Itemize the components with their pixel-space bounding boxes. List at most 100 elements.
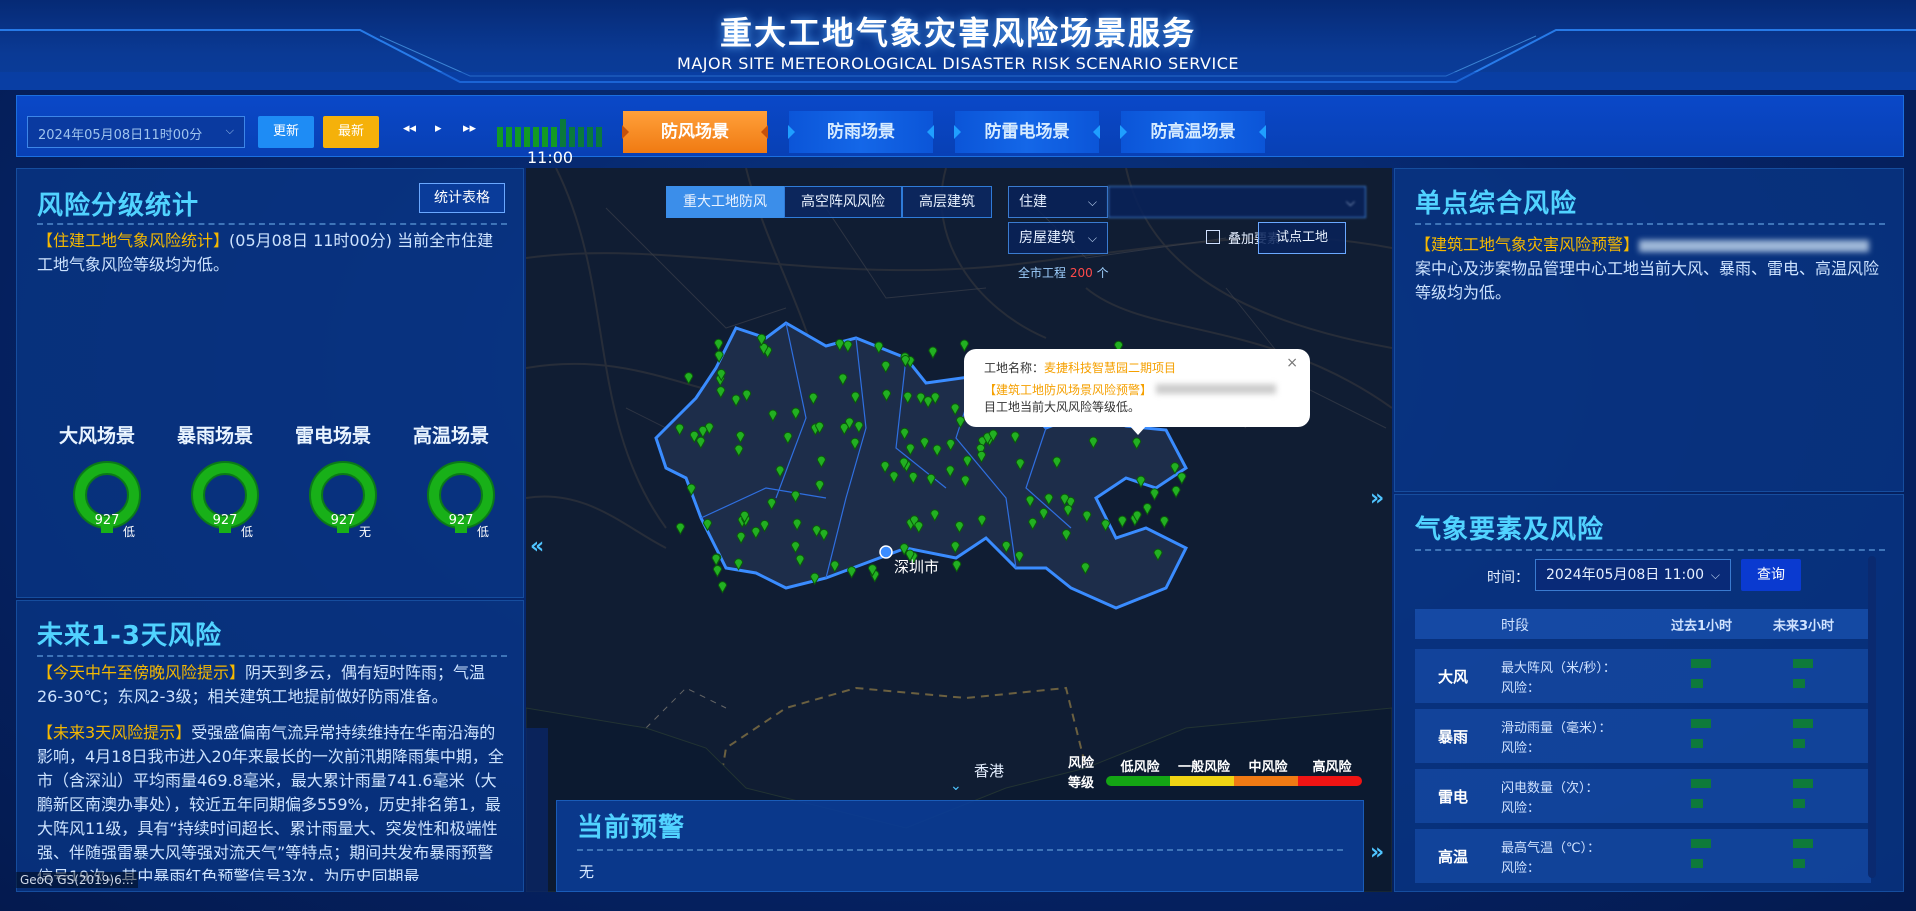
- legend-color-swatch: [1170, 776, 1234, 786]
- time-step[interactable]: [506, 127, 512, 147]
- legend-title-1: 风险: [1067, 756, 1094, 771]
- scene-tab-2[interactable]: 防雷电场景: [954, 111, 1100, 153]
- risk-stats-panel: 风险分级统计 统计表格 【住建工地气象风险统计】(05月08日 11时00分) …: [16, 168, 524, 598]
- pilot-site-button[interactable]: 试点工地: [1258, 222, 1346, 254]
- scene-tab-1[interactable]: 防雨场景: [788, 111, 934, 153]
- prev-step-icon[interactable]: ◂◂: [403, 121, 416, 136]
- weather-time-select[interactable]: 2024年05月08日 11:00 ⌵: [1535, 559, 1731, 591]
- future-value-cell: [1793, 719, 1813, 728]
- divider: [1415, 223, 1885, 225]
- time-step[interactable]: [596, 127, 602, 147]
- current-warning-panel: 当前预警 无: [556, 800, 1364, 892]
- refresh-button[interactable]: 更新: [258, 116, 314, 148]
- count-prefix: 全市工程: [1018, 266, 1067, 280]
- past-value-cell: [1691, 659, 1711, 668]
- row-name: 暴雨: [1437, 728, 1468, 746]
- risk-stats-notice: 【住建工地气象风险统计】(05月08日 11时00分) 当前全市住建工地气象风险…: [37, 229, 507, 277]
- overlay-elements-checkbox[interactable]: [1206, 230, 1220, 244]
- weather-row: 暴雨 滑动雨量（毫米）： 风险：: [1415, 709, 1871, 763]
- time-step[interactable]: [551, 127, 557, 147]
- time-step[interactable]: [515, 127, 521, 147]
- three-day-risk-tip: 【未来3天风险提示】受强盛偏南气流异常持续维持在华南沿海的影响，4月18日我市进…: [37, 721, 507, 881]
- future-risk-cell: [1793, 679, 1805, 688]
- latest-button[interactable]: 最新: [323, 116, 379, 148]
- time-step[interactable]: [524, 127, 530, 147]
- chevron-down-icon: ⌵: [1710, 568, 1720, 582]
- notice-tag: 【住建工地气象风险统计】: [37, 231, 230, 250]
- future-risk-cell: [1793, 859, 1805, 868]
- building-type-value: 房屋建筑: [1019, 230, 1075, 246]
- time-step[interactable]: [542, 127, 548, 147]
- play-icon[interactable]: ▸: [435, 121, 442, 136]
- gauge-level: 低: [123, 525, 136, 539]
- legend-level-label: 中风险: [1248, 760, 1288, 775]
- divider: [37, 223, 507, 225]
- popup-warning-tag: 【建筑工地防风场景风险预警】: [984, 383, 1153, 397]
- query-button[interactable]: 查询: [1741, 559, 1801, 591]
- row-name: 大风: [1437, 668, 1468, 686]
- building-type-select[interactable]: 房屋建筑 ⌵: [1008, 222, 1108, 254]
- time-step[interactable]: [560, 119, 566, 147]
- past-risk-cell: [1691, 739, 1703, 748]
- tab-high-rise-building[interactable]: 高层建筑: [902, 186, 992, 218]
- chevron-down-icon: ⌵: [1087, 231, 1097, 245]
- project-select[interactable]: ⌵: [1108, 186, 1366, 218]
- single-risk-body: 案中心及涉案物品管理中心工地当前大风、暴雨、雷电、高温风险等级均为低。: [1415, 259, 1880, 302]
- gauge-level: 低: [477, 525, 490, 539]
- time-step[interactable]: [497, 127, 503, 147]
- future-risk-panel: 未来1-3天风险 【今天中午至傍晚风险提示】阴天到多云，偶有短时阵雨；气温26-…: [16, 600, 524, 892]
- tab-construction-wind[interactable]: 重大工地防风: [666, 186, 784, 218]
- single-risk-title: 单点综合风险: [1415, 189, 1578, 219]
- legend-color-swatch: [1106, 776, 1170, 786]
- time-progress-bars[interactable]: [497, 119, 607, 147]
- collapse-left-icon[interactable]: «: [530, 534, 544, 559]
- category-select[interactable]: 住建 ⌵: [1008, 186, 1108, 218]
- weather-row: 雷电 闪电数量（次）： 风险：: [1415, 769, 1871, 823]
- gauge-count: 927: [330, 513, 356, 528]
- tab-high-altitude-gust[interactable]: 高空阵风风险: [784, 186, 902, 218]
- side-handle[interactable]: [526, 728, 548, 892]
- table-header: 时段 过去1小时 未来3小时: [1415, 609, 1871, 639]
- legend-level-label: 一般风险: [1177, 760, 1230, 775]
- weather-time-value: 2024年05月08日 11:00: [1546, 567, 1705, 583]
- city-label: 深圳市: [894, 558, 940, 576]
- legend-level-label: 低风险: [1120, 760, 1160, 775]
- row-name: 雷电: [1437, 788, 1468, 806]
- close-icon[interactable]: ×: [1286, 355, 1298, 371]
- today-tip-tag: 【今天中午至傍晚风险提示】: [37, 663, 246, 682]
- datetime-select[interactable]: 2024年05月08日11时00分 ⌵: [27, 116, 245, 148]
- future-value-cell: [1793, 839, 1813, 848]
- legend-title: 风险 等级: [1066, 754, 1096, 794]
- expand-right-icon[interactable]: »: [1370, 840, 1384, 865]
- stats-table-button[interactable]: 统计表格: [419, 183, 505, 213]
- table-scrollbar[interactable]: [1868, 556, 1876, 878]
- next-step-icon[interactable]: ▸▸: [463, 121, 476, 136]
- future-risk-cell: [1793, 739, 1805, 748]
- datetime-value: 2024年05月08日11时00分: [38, 128, 203, 143]
- weather-risk-panel: 气象要素及风险 时间： 2024年05月08日 11:00 ⌵ 查询 时段 过去1…: [1394, 494, 1904, 892]
- time-step[interactable]: [569, 127, 575, 147]
- scene-tab-label: 防雨场景: [827, 122, 895, 142]
- time-step[interactable]: [578, 127, 584, 147]
- col-next-3-hours: 未来3小时: [1773, 619, 1835, 634]
- expand-down-icon[interactable]: ⌄: [950, 778, 962, 794]
- legend-title-2: 等级: [1067, 776, 1094, 791]
- time-step[interactable]: [533, 127, 539, 147]
- scene-tab-0[interactable]: 防风场景: [622, 111, 768, 153]
- future-value-cell: [1793, 659, 1813, 668]
- col-past-hour: 过去1小时: [1671, 619, 1733, 634]
- expand-right-icon[interactable]: »: [1370, 486, 1384, 511]
- gauge-count: 927: [94, 513, 120, 528]
- past-risk-cell: [1691, 859, 1703, 868]
- time-step[interactable]: [587, 127, 593, 147]
- row-metric: 最高气温（℃）：: [1501, 841, 1601, 856]
- single-risk-text: 【建筑工地气象灾害风险预警】 案中心及涉案物品管理中心工地当前大风、暴雨、雷电、…: [1415, 233, 1885, 305]
- past-value-cell: [1691, 719, 1711, 728]
- site-popup[interactable]: × 工地名称：麦捷科技智慧园二期项目 【建筑工地防风场景风险预警】 目工地当前大…: [964, 349, 1310, 427]
- scene-tab-3[interactable]: 防高温场景: [1120, 111, 1266, 153]
- map-view[interactable]: 深圳市 香港 重大工地防风 高空阵风风险 高层建筑 住建 ⌵ ⌵ 房屋建筑 ⌵ 叠加…: [526, 168, 1392, 892]
- col-period: 时段: [1501, 618, 1529, 634]
- row-risk-label: 风险：: [1501, 741, 1541, 756]
- count-value: 200: [1069, 266, 1093, 280]
- gauge-count: 927: [448, 513, 474, 528]
